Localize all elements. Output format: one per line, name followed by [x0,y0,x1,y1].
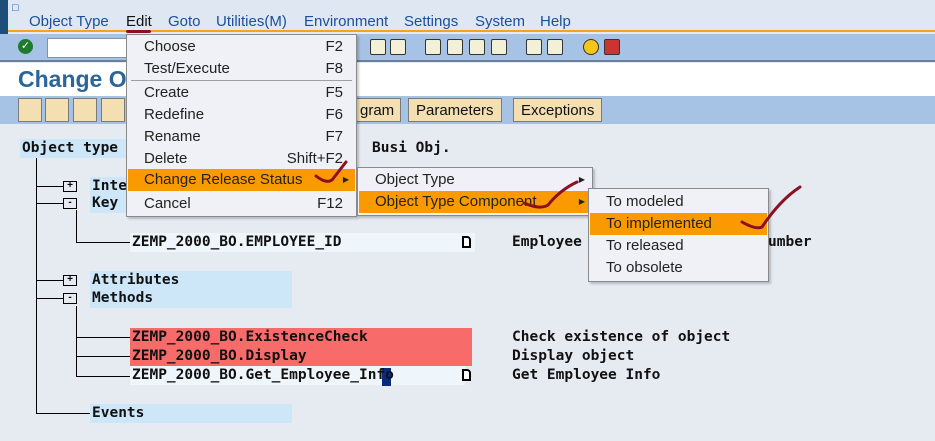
checkmark-annotation [522,180,579,209]
annotation-layer [314,160,802,230]
checkmark-annotation [314,160,348,183]
checkmark-annotation [740,185,802,230]
